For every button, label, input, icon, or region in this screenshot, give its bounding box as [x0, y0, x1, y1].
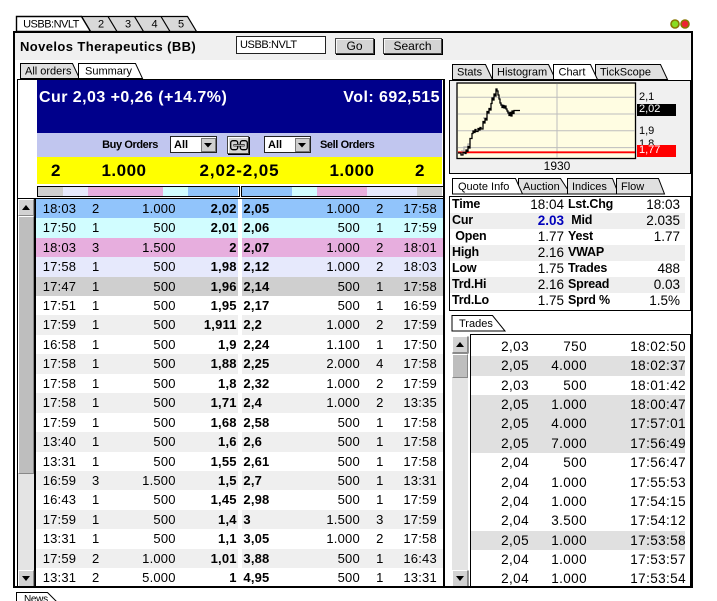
svg-text:5: 5	[178, 19, 184, 31]
svg-text:News: News	[24, 594, 48, 601]
svg-text:USBB:NVLT: USBB:NVLT	[23, 19, 80, 31]
svg-text:3: 3	[125, 19, 131, 31]
svg-text:4: 4	[151, 19, 157, 31]
svg-text:2: 2	[98, 19, 104, 31]
